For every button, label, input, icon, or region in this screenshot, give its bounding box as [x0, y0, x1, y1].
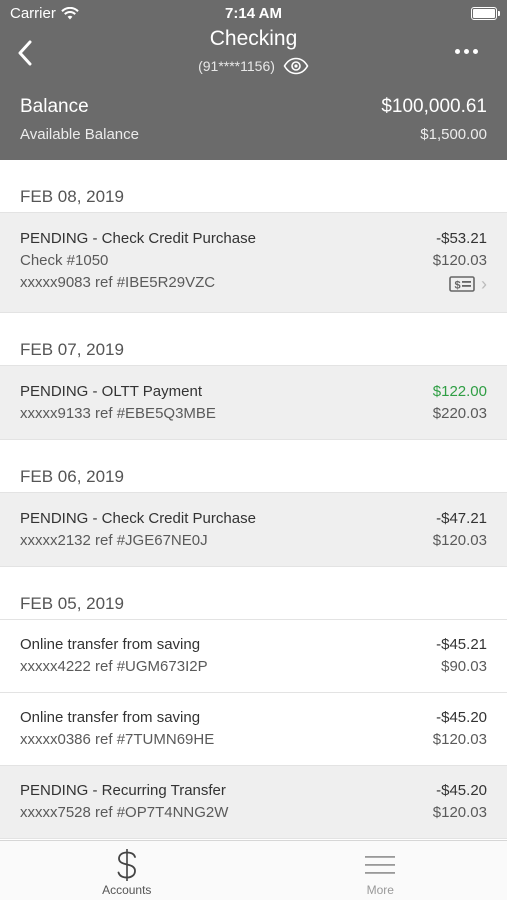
hamburger-icon	[365, 856, 396, 874]
tab-more-label: More	[366, 883, 394, 897]
transaction-list[interactable]: FEB 08, 2019 PENDING - Check Credit Purc…	[0, 160, 507, 840]
available-balance-value: $1,500.00	[420, 126, 487, 143]
transaction-ref: xxxxx2132 ref #JGE67NE0J	[20, 532, 208, 549]
date-header: FEB 08, 2019	[0, 160, 507, 213]
transaction-row[interactable]: PENDING - Check Credit Purchase -$53.21 …	[0, 213, 507, 313]
status-time: 7:14 AM	[225, 5, 282, 22]
date-header: FEB 05, 2019	[0, 567, 507, 620]
view-check-button[interactable]: $ ›	[449, 272, 487, 296]
status-bar: Carrier 7:14 AM	[0, 0, 507, 28]
transaction-row[interactable]: PENDING - OLTT Payment $122.00 xxxxx9133…	[0, 366, 507, 440]
running-balance: $120.03	[432, 532, 487, 549]
transaction-row[interactable]: Online transfer from saving -$45.20 xxxx…	[0, 693, 507, 766]
transaction-amount: -$45.20	[436, 782, 487, 799]
ellipsis-icon[interactable]	[451, 41, 481, 61]
balance-value: $100,000.61	[381, 96, 487, 117]
transaction-ref: xxxxx7528 ref #OP7T4NNG2W	[20, 804, 229, 821]
transaction-ref: xxxxx4222 ref #UGM673I2P	[20, 658, 208, 675]
dollar-icon	[117, 849, 136, 881]
chevron-right-icon: ›	[481, 274, 487, 294]
transaction-amount: -$45.20	[436, 709, 487, 726]
date-header: FEB 06, 2019	[0, 440, 507, 493]
transaction-ref: xxxxx9133 ref #EBE5Q3MBE	[20, 405, 216, 422]
page-title: Checking	[209, 27, 298, 50]
transaction-description: PENDING - Check Credit Purchase	[20, 230, 256, 247]
transaction-row[interactable]: Online transfer from saving -$45.21 xxxx…	[0, 620, 507, 693]
account-header: Carrier 7:14 AM Checking (91****1156) Ba…	[0, 0, 507, 160]
running-balance: $220.03	[432, 405, 487, 422]
transaction-amount: -$47.21	[436, 510, 487, 527]
transaction-amount: -$53.21	[436, 230, 487, 247]
transaction-description: PENDING - Recurring Transfer	[20, 782, 226, 799]
svg-text:$: $	[455, 280, 461, 292]
transaction-description: Online transfer from saving	[20, 636, 201, 653]
eye-icon	[283, 57, 309, 75]
transaction-row[interactable]: PENDING - Check Credit Purchase -$47.21 …	[0, 493, 507, 567]
battery-icon	[471, 7, 500, 20]
transaction-description: Online transfer from saving	[20, 709, 201, 726]
tab-accounts-label: Accounts	[102, 883, 152, 897]
check-number: Check #1050	[20, 252, 109, 269]
account-number: (91****1156)	[198, 58, 275, 74]
tab-bar: Accounts More	[0, 840, 507, 900]
transaction-description: PENDING - OLTT Payment	[20, 383, 202, 400]
running-balance: $120.03	[432, 731, 487, 748]
running-balance: $90.03	[441, 658, 487, 675]
date-header: FEB 07, 2019	[0, 313, 507, 366]
check-image-icon: $	[449, 276, 475, 292]
account-number-row: (91****1156)	[0, 57, 507, 75]
tab-accounts[interactable]: Accounts	[0, 841, 254, 900]
tab-more[interactable]: More	[254, 841, 507, 900]
transaction-description: PENDING - Check Credit Purchase	[20, 510, 256, 527]
running-balance: $120.03	[432, 252, 487, 269]
transaction-row[interactable]: PENDING - Recurring Transfer -$45.20 xxx…	[0, 766, 507, 839]
available-balance-label: Available Balance	[20, 126, 139, 143]
balance-label: Balance	[20, 96, 89, 117]
transaction-amount: -$45.21	[436, 636, 487, 653]
show-number-button[interactable]	[283, 57, 309, 75]
transaction-amount: $122.00	[432, 383, 487, 400]
transaction-ref: xxxxx0386 ref #7TUMN69HE	[20, 731, 215, 748]
running-balance: $120.03	[432, 804, 487, 821]
transaction-ref: xxxxx9083 ref #IBE5R29VZC	[20, 274, 216, 291]
